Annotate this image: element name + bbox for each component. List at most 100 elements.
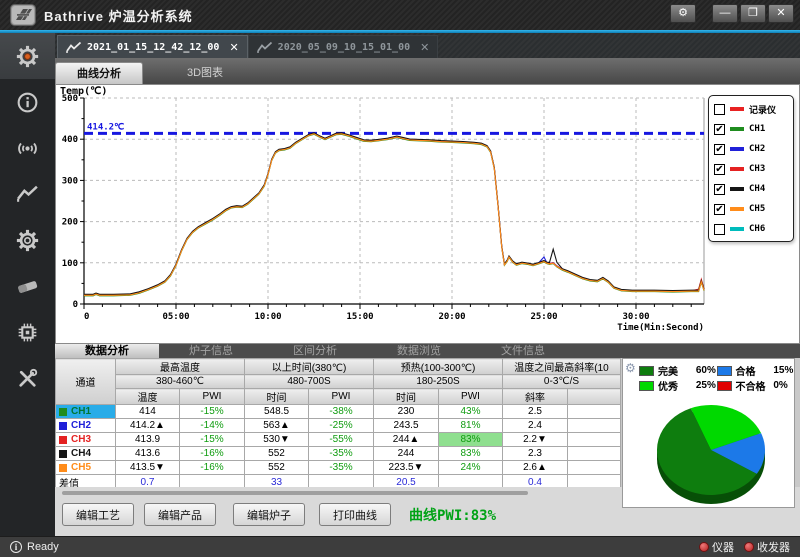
- legend-item-CH3: ✔CH3: [714, 159, 793, 179]
- sidebar-item-eraser[interactable]: [0, 263, 55, 309]
- edit-button-0[interactable]: 编辑工艺: [62, 503, 134, 526]
- maximize-button[interactable]: ❐: [740, 4, 766, 23]
- edit-button-row: 编辑工艺编辑产品编辑炉子打印曲线曲线PWI:83%: [55, 503, 496, 526]
- info-icon: i: [10, 541, 22, 553]
- device-label: 仪器: [712, 539, 734, 555]
- value-cell: 563▲: [245, 419, 309, 433]
- analysis-tab-0[interactable]: 数据分析: [55, 344, 159, 358]
- sidebar-item-chip[interactable]: [0, 309, 55, 355]
- view-tab-3d-chart[interactable]: 3D图表: [143, 62, 267, 84]
- value-cell: 2.2▼: [503, 433, 568, 447]
- pie-swatch-合格: [717, 366, 732, 376]
- legend-swatch: [730, 227, 744, 231]
- app-title: Bathrive 炉温分析系统: [44, 6, 193, 25]
- group-header: 以上时间(380℃): [245, 359, 374, 375]
- status-bar: i Ready 仪器 收发器: [0, 536, 800, 557]
- sidebar: [0, 33, 55, 536]
- tab-close-icon[interactable]: ✕: [229, 41, 238, 54]
- sidebar-item-settings[interactable]: [0, 33, 55, 79]
- pie-label: 合格: [736, 363, 774, 378]
- legend-checkbox-记录仪[interactable]: [714, 104, 725, 115]
- value-cell: [568, 461, 621, 475]
- pie-legend-row: 优秀25%不合格0%: [639, 378, 794, 393]
- main-content: 2021_01_15_12_42_12_00✕2020_05_09_10_15_…: [55, 33, 800, 536]
- legend-swatch: [730, 167, 744, 171]
- sidebar-item-curve-chart[interactable]: [0, 171, 55, 217]
- edit-button-3[interactable]: 打印曲线: [319, 503, 391, 526]
- analysis-tab-3[interactable]: 数据浏览: [367, 344, 471, 358]
- value-cell: -35%: [309, 447, 374, 461]
- legend-item-CH2: ✔CH2: [714, 139, 793, 159]
- pie-swatch-完美: [639, 366, 654, 376]
- analysis-tab-1[interactable]: 炉子信息: [159, 344, 263, 358]
- pie-label: 优秀: [658, 378, 696, 393]
- channel-cell[interactable]: CH5: [56, 461, 116, 475]
- legend-checkbox-CH1[interactable]: ✔: [714, 124, 725, 135]
- table-row-CH2: CH2414.2▲-14%563▲-25%243.581%2.4: [56, 419, 621, 433]
- sidebar-item-preferences[interactable]: [0, 217, 55, 263]
- channel-swatch: [59, 450, 67, 458]
- legend-checkbox-CH5[interactable]: ✔: [714, 204, 725, 215]
- curve-pwi-label: 曲线PWI:83%: [409, 505, 496, 525]
- sidebar-item-wireless[interactable]: [0, 125, 55, 171]
- legend-checkbox-CH2[interactable]: ✔: [714, 144, 725, 155]
- sidebar-item-info[interactable]: [0, 79, 55, 125]
- value-cell: 244: [374, 447, 439, 461]
- group-header: 温度之间最高斜率(10: [503, 359, 621, 375]
- edit-button-1[interactable]: 编辑产品: [144, 503, 216, 526]
- preferences-icon: [15, 228, 40, 253]
- channel-cell[interactable]: CH4: [56, 447, 116, 461]
- tab-close-icon[interactable]: ✕: [420, 41, 429, 54]
- legend-checkbox-CH6[interactable]: [714, 224, 725, 235]
- file-tab-label: 2020_05_09_10_15_01_00: [278, 42, 410, 53]
- legend-swatch: [730, 187, 744, 191]
- curve-file-icon: [257, 41, 273, 53]
- file-tab-0[interactable]: 2021_01_15_12_42_12_00✕: [57, 35, 248, 58]
- sub-header: [568, 389, 621, 405]
- group-range: 0-3℃/S: [503, 375, 621, 389]
- svg-text:100: 100: [62, 259, 78, 269]
- legend-swatch: [730, 127, 744, 131]
- view-tab-curve-analysis[interactable]: 曲线分析: [55, 62, 143, 84]
- minimize-button[interactable]: —: [712, 4, 738, 23]
- value-cell: -15%: [180, 433, 245, 447]
- settings-button[interactable]: ⚙: [670, 4, 696, 23]
- device-label: 收发器: [757, 539, 790, 555]
- channel-cell[interactable]: CH1: [56, 405, 116, 419]
- channel-cell[interactable]: CH3: [56, 433, 116, 447]
- analysis-tab-2[interactable]: 区间分析: [263, 344, 367, 358]
- analysis-tab-4[interactable]: 文件信息: [471, 344, 575, 358]
- group-range: 180-250S: [374, 375, 503, 389]
- legend-checkbox-CH4[interactable]: ✔: [714, 184, 725, 195]
- value-cell: [568, 433, 621, 447]
- channel-swatch: [59, 422, 67, 430]
- channel-swatch: [59, 464, 67, 472]
- titlebar: Bathrive 炉温分析系统 ⚙ —❐✕: [0, 0, 800, 30]
- value-cell: 2.4: [503, 419, 568, 433]
- table-row-CH5: CH5413.5▼-16%552-35%223.5▼24%2.6▲: [56, 461, 621, 475]
- pie-swatch-优秀: [639, 381, 654, 391]
- edit-button-2[interactable]: 编辑炉子: [233, 503, 305, 526]
- close-button[interactable]: ✕: [768, 4, 794, 23]
- legend-swatch: [730, 207, 744, 211]
- value-cell: -16%: [180, 461, 245, 475]
- temperature-curve-chart: 0100200300400500005:0010:0015:0020:0025:…: [56, 85, 796, 341]
- value-cell: 414: [116, 405, 180, 419]
- value-cell: -35%: [309, 461, 374, 475]
- channel-column-header: 通道: [56, 359, 116, 405]
- pie-settings-icon[interactable]: ⚙: [625, 361, 636, 375]
- file-tab-1[interactable]: 2020_05_09_10_15_01_00 ✕: [248, 35, 439, 58]
- status-ready-text: Ready: [27, 541, 59, 553]
- legend-checkbox-CH3[interactable]: ✔: [714, 164, 725, 175]
- value-cell: 81%: [439, 419, 503, 433]
- value-cell: [568, 405, 621, 419]
- legend-swatch: [730, 107, 744, 111]
- value-cell: [568, 447, 621, 461]
- app-logo-icon: [10, 4, 36, 26]
- view-tab-bar: 曲线分析3D图表: [55, 58, 800, 84]
- sidebar-item-tools[interactable]: [0, 355, 55, 401]
- curve-CH5: [84, 134, 704, 295]
- value-cell: 552: [245, 447, 309, 461]
- table-h-scrollbar[interactable]: [62, 491, 528, 495]
- channel-cell[interactable]: CH2: [56, 419, 116, 433]
